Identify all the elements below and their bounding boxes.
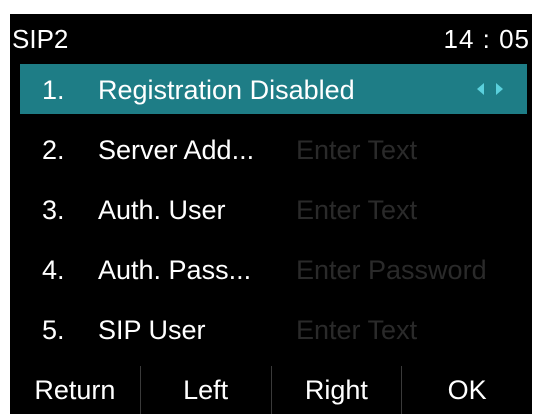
item-label: Server Add... <box>98 135 255 165</box>
auth-password-field[interactable]: Enter Password <box>296 255 487 286</box>
left-right-arrows-icon[interactable] <box>473 80 507 98</box>
arrow-right-icon <box>496 83 503 95</box>
item-label: SIP User <box>98 315 206 345</box>
item-number: 3. <box>42 195 65 225</box>
softkey-bar: Return Left Right OK <box>10 366 532 414</box>
item-label: Registration Disabled <box>98 75 355 105</box>
item-label: Auth. User <box>98 195 226 225</box>
clock: 14 : 05 <box>443 24 530 54</box>
item-label: Auth. Pass... <box>98 255 252 285</box>
sip-user-field[interactable]: Enter Text <box>296 315 417 346</box>
return-softkey[interactable]: Return <box>10 366 140 414</box>
screen-title: SIP2 <box>12 24 69 54</box>
phone-screen: SIP2 14 : 05 1. Registration Disabled 2.… <box>10 14 532 414</box>
menu-item-registration[interactable]: 1. Registration Disabled <box>20 64 527 114</box>
menu-item-auth-user[interactable]: 3. Auth. User Enter Text <box>20 184 527 234</box>
item-number: 5. <box>42 315 65 345</box>
item-number: 4. <box>42 255 65 285</box>
status-bar: SIP2 14 : 05 <box>10 14 532 64</box>
menu-item-sip-user[interactable]: 5. SIP User Enter Text <box>20 304 527 354</box>
menu-item-auth-password[interactable]: 4. Auth. Pass... Enter Password <box>20 244 527 294</box>
ok-softkey[interactable]: OK <box>401 366 532 414</box>
arrow-left-icon <box>477 83 484 95</box>
server-address-field[interactable]: Enter Text <box>296 135 417 166</box>
right-softkey[interactable]: Right <box>270 366 402 414</box>
item-number: 1. <box>42 75 65 105</box>
item-number: 2. <box>42 135 65 165</box>
menu-item-server-address[interactable]: 2. Server Add... Enter Text <box>20 124 527 174</box>
left-softkey[interactable]: Left <box>139 366 271 414</box>
auth-user-field[interactable]: Enter Text <box>296 195 417 226</box>
